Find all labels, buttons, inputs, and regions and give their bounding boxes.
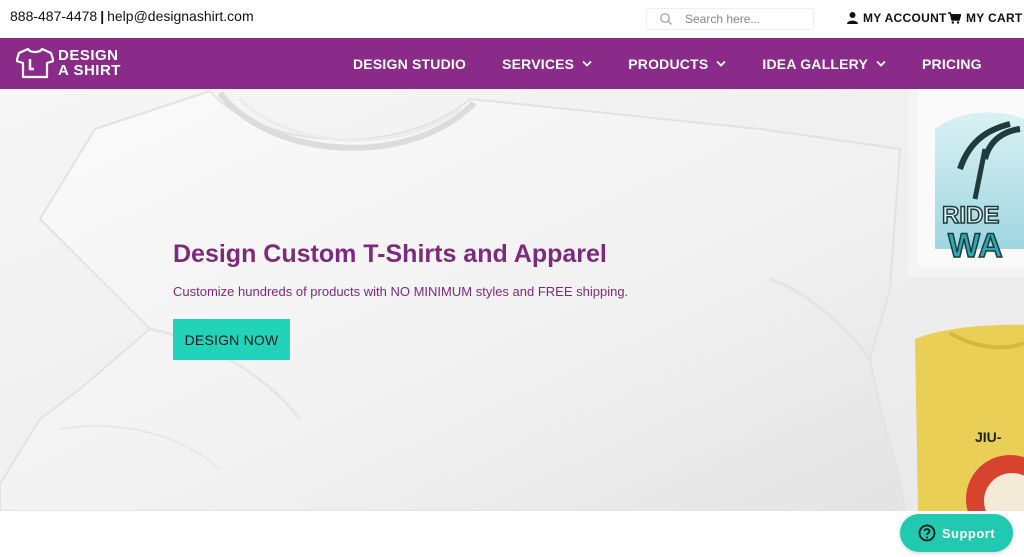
search-box: [646, 8, 814, 30]
shirt-logo-icon: [16, 47, 54, 79]
white-tshirt-illustration: [0, 89, 907, 511]
main-navigation: DESIGN A SHIRT DESIGN STUDIO SERVICES PR…: [0, 38, 1024, 89]
hero-title: Design Custom T-Shirts and Apparel: [173, 240, 607, 268]
contact-info: 888-487-4478 | help@designashirt.com: [10, 8, 254, 24]
chevron-down-icon: [876, 60, 886, 67]
nav-menu: DESIGN STUDIO SERVICES PRODUCTS IDEA GAL…: [353, 38, 982, 89]
phone-link[interactable]: 888-487-4478: [10, 8, 97, 24]
contact-separator: |: [100, 8, 105, 24]
shirt-print-text-3: JIU-: [975, 429, 1002, 445]
search-input[interactable]: [685, 10, 809, 28]
question-circle-icon: [918, 524, 936, 542]
nav-item-label: DESIGN STUDIO: [353, 55, 467, 72]
hero-background-image: RIDE WA JIU-: [0, 89, 1024, 511]
nav-item-design-studio[interactable]: DESIGN STUDIO: [353, 56, 466, 72]
nav-item-products[interactable]: PRODUCTS: [628, 55, 727, 72]
logo-line-2: A SHIRT: [58, 62, 121, 79]
nav-item-idea-gallery[interactable]: IDEA GALLERY: [762, 56, 886, 72]
email-link[interactable]: help@designashirt.com: [107, 8, 254, 24]
my-account-label: MY ACCOUNT: [863, 11, 947, 25]
my-account-link[interactable]: MY ACCOUNT: [847, 11, 947, 25]
shirt-print-text-1: RIDE: [942, 202, 999, 229]
logo-line-1: DESIGN: [58, 47, 119, 64]
support-label: Support: [941, 525, 996, 541]
shirt-print-text-2: WA: [948, 227, 1003, 265]
nav-item-label: PRICING: [921, 55, 982, 72]
search-icon[interactable]: [659, 12, 673, 26]
ride-wave-shirt-thumbnail: RIDE WA: [908, 89, 1024, 277]
user-icon: [847, 12, 858, 24]
chevron-down-icon: [716, 60, 727, 67]
nav-item-pricing[interactable]: PRICING: [922, 56, 982, 72]
nav-item-label: SERVICES: [502, 55, 575, 72]
top-utility-bar: 888-487-4478|help@designashirt.com MY AC…: [0, 0, 1024, 38]
yellow-shirt-thumbnail: JIU-: [915, 324, 1024, 511]
my-cart-label: MY CART: [966, 11, 1023, 25]
hero-banner: RIDE WA JIU- Design Custom T-Shirts and …: [0, 89, 1024, 511]
nav-item-services[interactable]: SERVICES: [502, 56, 592, 72]
chevron-down-icon: [582, 60, 592, 67]
hero-subtitle: Customize hundreds of products with NO M…: [173, 284, 629, 299]
cart-icon: [948, 12, 961, 24]
support-button[interactable]: Support: [900, 514, 1013, 552]
design-now-button[interactable]: DESIGN NOW: [173, 319, 290, 360]
logo-wordmark: DESIGN A SHIRT: [58, 48, 121, 78]
my-cart-link[interactable]: MY CART: [948, 11, 1023, 25]
site-logo[interactable]: DESIGN A SHIRT: [16, 45, 121, 81]
nav-item-label: PRODUCTS: [628, 55, 709, 72]
nav-item-label: IDEA GALLERY: [762, 55, 868, 72]
